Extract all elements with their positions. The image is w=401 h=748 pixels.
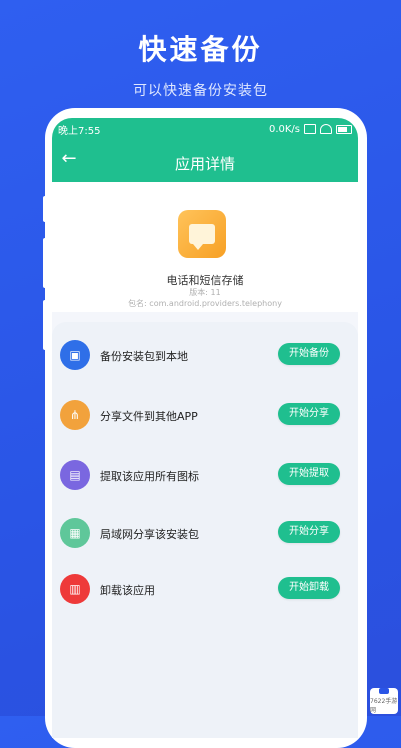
promo-subtitle: 可以快速备份安装包 (133, 83, 268, 99)
lan-share-icon: ▦ (60, 518, 90, 548)
wifi-icon (320, 124, 332, 134)
action-row-lan-share: ▦ 局域网分享该安装包 开始分享 (52, 512, 358, 552)
action-row-uninstall: ▥ 卸载该应用 开始卸载 (52, 568, 358, 608)
app-info-panel: 电话和短信存储 版本: 11 包名: com.android.providers… (52, 182, 358, 312)
app-version: 版本: 11 (189, 288, 221, 297)
action-label: 提取该应用所有图标 (100, 470, 199, 483)
signal-icon (304, 124, 316, 134)
app-bar: ← 应用详情 (52, 140, 358, 182)
start-backup-button[interactable]: 开始备份 (278, 343, 340, 365)
start-lan-share-button[interactable]: 开始分享 (278, 521, 340, 543)
watermark-text: 7622手游网 (370, 698, 398, 714)
action-row-backup: ▣ 备份安装包到本地 开始备份 (52, 334, 358, 374)
start-extract-button[interactable]: 开始提取 (278, 463, 340, 485)
image-icon: ▤ (60, 460, 90, 490)
phone-side-button (43, 300, 49, 350)
action-label: 局域网分享该安装包 (100, 528, 199, 541)
save-icon: ▣ (60, 340, 90, 370)
promo-title: 快速备份 (138, 33, 263, 66)
app-screen: 晚上7:55 0.0K/s ← 应用详情 电话和短信存储 版本: 11 包名: … (52, 118, 358, 738)
app-package: 包名: com.android.providers.telephony (128, 299, 282, 308)
start-uninstall-button[interactable]: 开始卸载 (278, 577, 340, 599)
phone-side-button (358, 230, 364, 290)
share-icon: ⋔ (60, 400, 90, 430)
phone-side-button (43, 196, 49, 222)
action-row-share: ⋔ 分享文件到其他APP 开始分享 (52, 394, 358, 434)
watermark-logo: 7622手游网 (370, 688, 398, 714)
action-row-extract-icons: ▤ 提取该应用所有图标 开始提取 (52, 454, 358, 494)
network-speed: 0.0K/s (268, 123, 300, 135)
action-label: 分享文件到其他APP (100, 410, 198, 423)
status-time: 晚上7:55 (58, 125, 101, 137)
app-name: 电话和短信存储 (166, 274, 244, 287)
phone-side-button (43, 238, 49, 288)
page-title: 应用详情 (174, 155, 235, 173)
trash-icon: ▥ (60, 574, 90, 604)
action-label: 卸载该应用 (100, 584, 155, 597)
battery-icon (336, 124, 352, 134)
message-bubble-icon (178, 210, 226, 258)
status-bar: 晚上7:55 0.0K/s (52, 118, 358, 140)
action-list: ▣ 备份安装包到本地 开始备份 ⋔ 分享文件到其他APP 开始分享 ▤ 提取该应… (52, 322, 358, 738)
start-share-button[interactable]: 开始分享 (278, 403, 340, 425)
action-label: 备份安装包到本地 (100, 350, 188, 363)
